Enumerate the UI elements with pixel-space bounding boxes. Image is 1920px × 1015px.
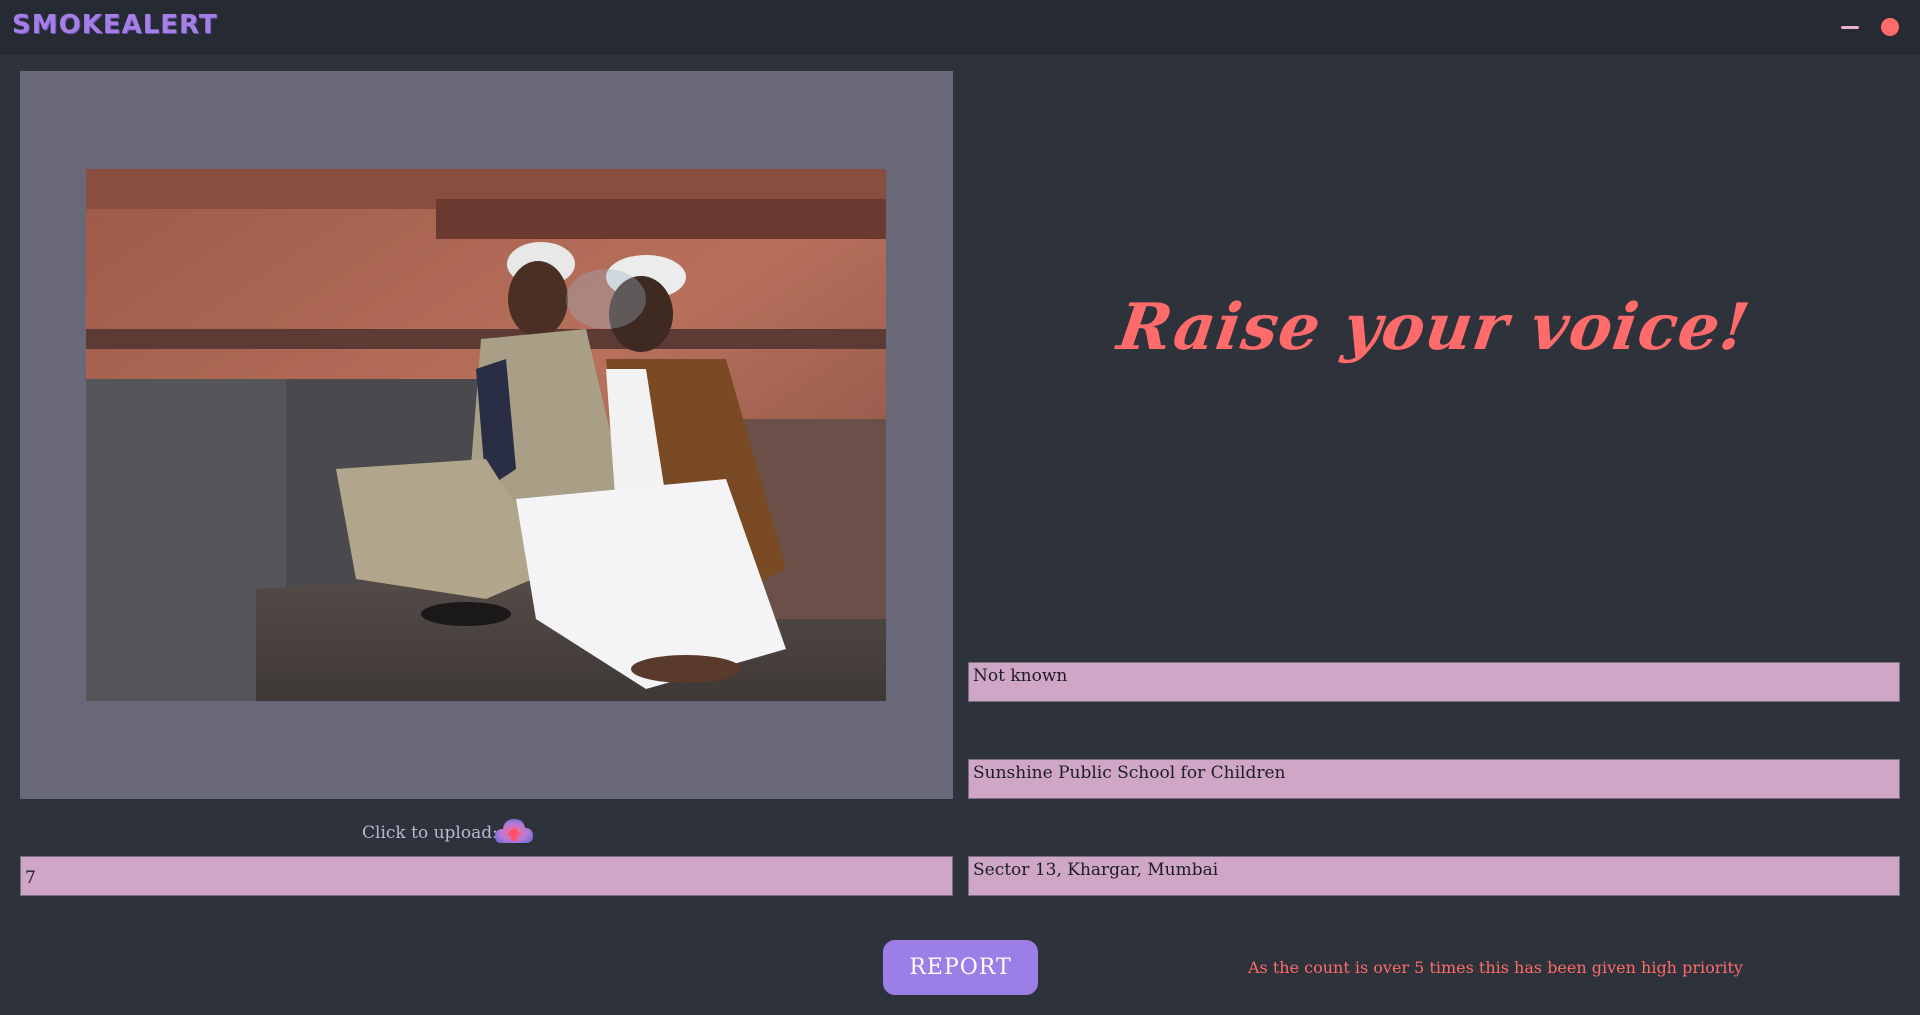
image-preview-panel: [20, 71, 953, 799]
app-title: SMOKEALERT: [12, 10, 218, 40]
report-button[interactable]: REPORT: [883, 940, 1038, 995]
close-icon[interactable]: [1881, 18, 1899, 36]
text-field-1[interactable]: Not known: [968, 662, 1900, 702]
upload-cloud-icon[interactable]: [493, 813, 535, 851]
uploaded-photo: [86, 169, 886, 701]
text-field-2[interactable]: Sunshine Public School for Children: [968, 759, 1900, 799]
headline: Raise your voice!: [1113, 290, 1755, 365]
title-bar: SMOKEALERT: [0, 0, 1920, 54]
upload-label: Click to upload:: [362, 823, 498, 843]
text-field-3[interactable]: Sector 13, Khargar, Mumbai: [968, 856, 1900, 896]
priority-message: As the count is over 5 times this has be…: [1248, 958, 1743, 977]
minimize-icon[interactable]: [1841, 26, 1859, 29]
report-count-field[interactable]: 7: [20, 856, 953, 896]
